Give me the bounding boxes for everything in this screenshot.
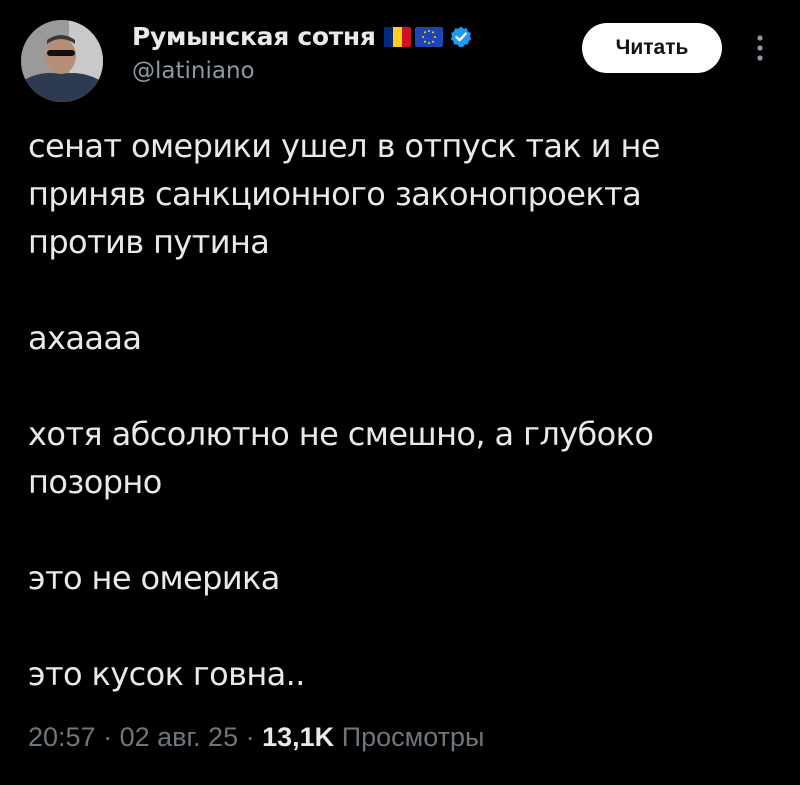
tweet-text: сенат омерики ушел в отпуск так и не при… (28, 122, 748, 698)
avatar[interactable] (21, 20, 103, 102)
tweet-line: против путина (28, 223, 270, 261)
eu-flag-icon (414, 26, 443, 47)
meta-separator: · (103, 722, 113, 752)
tweet-line: это кусок говна.. (28, 655, 305, 693)
more-vertical-icon[interactable] (748, 31, 772, 65)
tweet-line: сенат омерики ушел в отпуск так и не (28, 127, 661, 165)
views-count[interactable]: 13,1K (262, 722, 334, 752)
tweet-time[interactable]: 20:57 (28, 722, 96, 752)
tweet-line: ахаааа (28, 319, 142, 357)
tweet-line: приняв санкционного законопроекта (28, 175, 642, 213)
display-name[interactable]: Румынская сотня (132, 22, 473, 51)
tweet-card: Румынская сотня @latiniano Читать сенат … (0, 0, 800, 785)
tweet-line: это не омерика (28, 559, 280, 597)
tweet-line: хотя абсолютно не смешно, а глубоко (28, 415, 654, 453)
tweet-line: позорно (28, 463, 162, 501)
follow-button[interactable]: Читать (582, 23, 722, 73)
romania-flag-icon (383, 26, 411, 47)
user-handle[interactable]: @latiniano (132, 58, 255, 84)
display-name-text: Румынская сотня (132, 22, 376, 51)
tweet-meta: 20:57 · 02 авг. 25 · 13,1K Просмотры (28, 722, 484, 753)
verified-badge-icon (449, 25, 473, 49)
meta-separator: · (245, 722, 255, 752)
views-label: Просмотры (341, 722, 485, 752)
tweet-date[interactable]: 02 авг. 25 (120, 722, 238, 752)
